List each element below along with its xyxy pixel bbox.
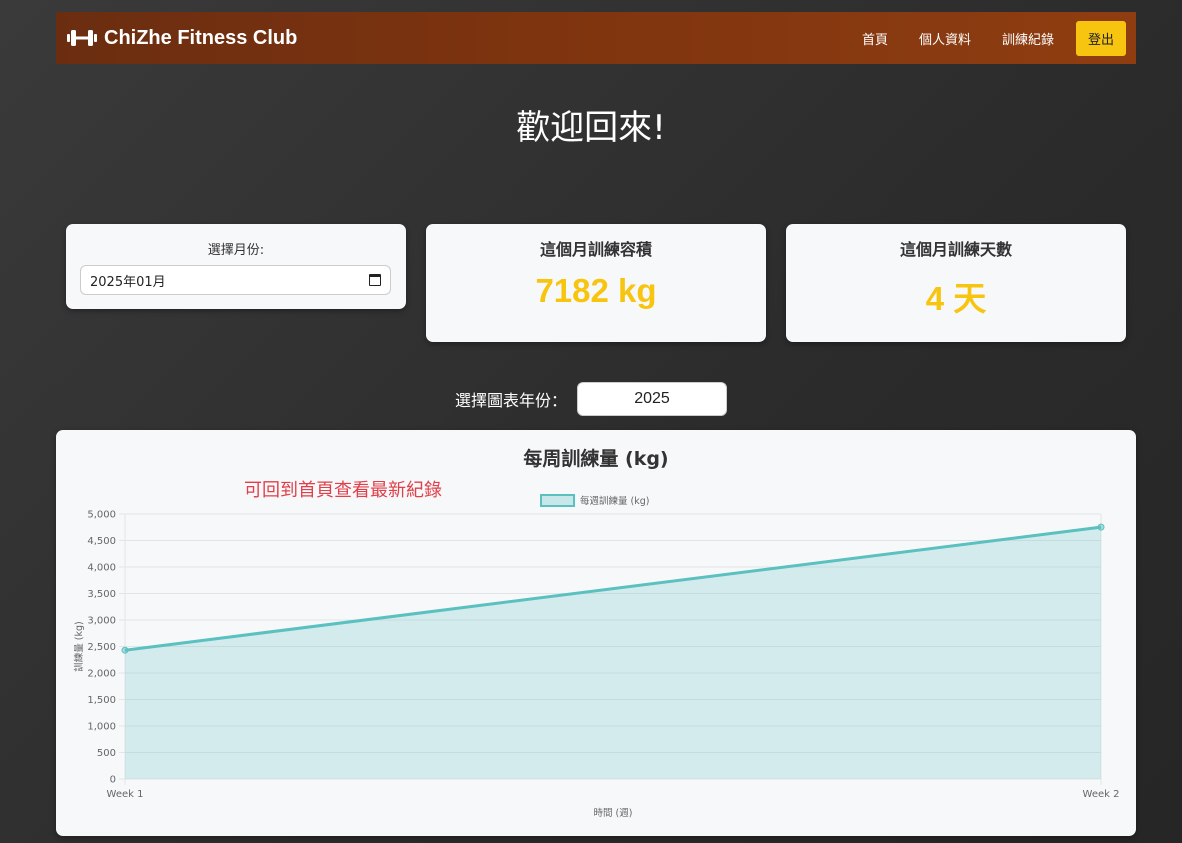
x-tick-label: Week 1	[107, 789, 144, 800]
y-tick-label: 0	[110, 775, 116, 786]
legend-label: 每週訓練量 (kg)	[580, 495, 649, 507]
monthly-volume-title: 這個月訓練容積	[539, 240, 652, 259]
logout-button[interactable]: 登出	[1075, 20, 1126, 56]
y-tick-label: 4,500	[87, 536, 116, 547]
y-tick-label: 4,000	[87, 563, 116, 574]
brand-name: ChiZhe Fitness Club	[104, 26, 298, 49]
nav-link-home[interactable]: 首頁	[862, 29, 888, 48]
monthly-volume-value: 7182 kg	[535, 272, 657, 309]
monthly-days-value: 4 天	[925, 280, 987, 317]
welcome-heading: 歡迎回來!	[516, 108, 666, 148]
x-tick-label: Week 2	[1083, 789, 1120, 800]
y-tick-label: 3,000	[87, 616, 116, 627]
series-area	[125, 527, 1101, 779]
month-label: 選擇月份:	[207, 243, 265, 258]
monthly-days-card: 這個月訓練天數 4 天	[786, 224, 1126, 342]
y-tick-label: 1,500	[87, 695, 116, 706]
chart-year-input[interactable]: 2025	[577, 382, 727, 416]
month-input-value: 2025年01月	[90, 274, 166, 290]
weekly-volume-chart: 0 500 1,000 1,500 2,000 2,500 3,000 3,500 4,000 4…	[73, 494, 1120, 819]
nav-link-records[interactable]: 訓練紀錄	[1002, 29, 1054, 48]
y-tick-label: 500	[97, 748, 116, 759]
navbar: ChiZhe Fitness Club 首頁 個人資料 訓練紀錄 登出	[56, 12, 1136, 64]
weekly-volume-chart-card: 每周訓練量 (kg) 可回到首頁查看最新紀錄 0 500 1,000 1,500 2,0…	[56, 430, 1136, 836]
data-point	[1097, 523, 1105, 531]
monthly-days-title: 這個月訓練天數	[899, 240, 1012, 259]
monthly-volume-card: 這個月訓練容積 7182 kg	[426, 224, 766, 342]
month-select-card: 選擇月份: 2025年01月	[66, 224, 406, 309]
y-tick-label: 2,500	[87, 642, 116, 653]
calendar-icon[interactable]	[369, 274, 381, 286]
y-tick-label: 5,000	[87, 510, 116, 521]
nav-links: 首頁 個人資料 訓練紀錄 登出	[831, 20, 1126, 56]
month-input[interactable]: 2025年01月	[80, 265, 391, 295]
chart-year-row: 選擇圖表年份： 2025	[0, 382, 1182, 416]
brand[interactable]: ChiZhe Fitness Club	[66, 27, 297, 50]
legend-swatch	[540, 494, 575, 507]
dumbbell-icon	[67, 30, 97, 46]
y-tick-label: 1,000	[87, 722, 116, 733]
chart-year-label: 選擇圖表年份：	[454, 391, 567, 410]
y-tick-label: 2,000	[87, 669, 116, 680]
nav-link-profile[interactable]: 個人資料	[919, 29, 971, 48]
y-tick-label: 3,500	[87, 589, 116, 600]
x-axis-label: 時間 (週)	[594, 807, 633, 819]
data-point	[121, 646, 129, 654]
y-axis-label: 訓練量 (kg)	[73, 621, 85, 671]
